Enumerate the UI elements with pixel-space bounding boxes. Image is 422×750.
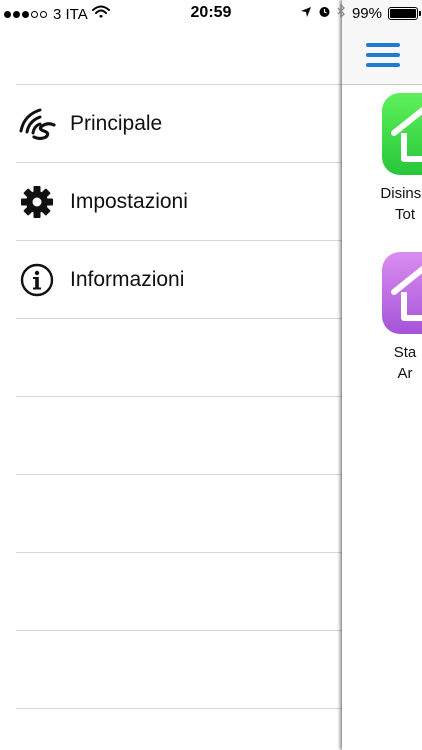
tile-caption-line: Sta (393, 344, 417, 361)
tile-caption: Disinse Tot (342, 183, 422, 225)
battery-percent: 99% (351, 4, 382, 22)
menu-empty-row (16, 397, 342, 475)
menu-item-informazioni[interactable]: Informazioni (16, 241, 342, 319)
menu-empty-row (16, 475, 342, 553)
home-icon (391, 106, 422, 162)
tile-caption: Sta Ar (342, 342, 422, 384)
menu-item-impostazioni[interactable]: Impostazioni (16, 163, 342, 241)
battery-icon (388, 6, 421, 20)
main-panel: Disinse Tot Sta Ar (342, 0, 422, 750)
menu-empty-row (16, 319, 342, 397)
menu-empty-row (16, 631, 342, 709)
stato-tile[interactable] (382, 252, 422, 334)
home-icon (391, 265, 422, 321)
wireless-signal-icon (18, 105, 56, 143)
menu-item-label: Impostazioni (70, 189, 188, 213)
app-screen: Principale Impostazioni Informazioni Dis… (0, 0, 422, 750)
menu-empty-row (16, 553, 342, 631)
status-right: 99% (300, 3, 421, 22)
menu-item-label: Informazioni (70, 267, 185, 291)
tile-caption-line: Ar (397, 365, 413, 382)
menu-item-principale[interactable]: Principale (16, 85, 342, 163)
disinserimento-tile[interactable] (382, 93, 422, 175)
gear-icon (18, 183, 56, 221)
bluetooth-icon (337, 3, 346, 22)
info-circle-icon (18, 261, 56, 299)
menu-item-label: Principale (70, 111, 163, 135)
tile-caption-line: Tot (394, 206, 415, 223)
tile-caption-line: Disinse (380, 185, 422, 202)
status-bar: 3 ITA 20:59 99% (0, 0, 422, 28)
menu-list: Principale Impostazioni Informazioni (16, 84, 342, 709)
alarm-clock-icon (318, 5, 331, 22)
hamburger-menu-icon[interactable] (366, 43, 400, 67)
location-arrow-icon (300, 5, 312, 22)
side-menu: Principale Impostazioni Informazioni (0, 0, 342, 750)
